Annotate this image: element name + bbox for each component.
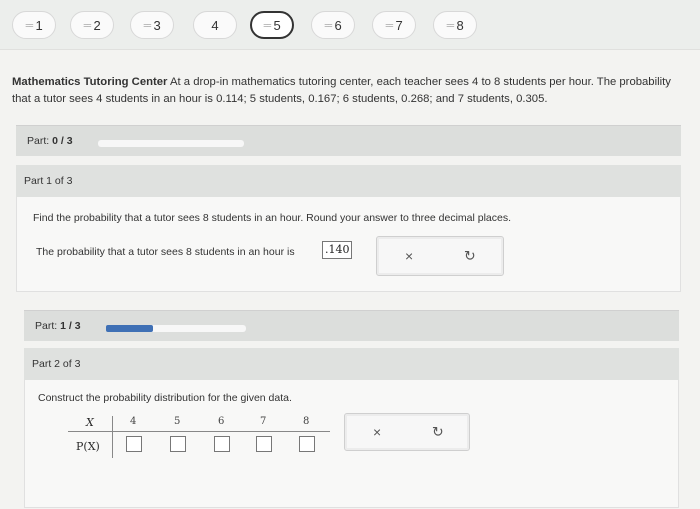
retry-icon[interactable]: ↻ [432,424,444,441]
part1-question: Find the probability that a tutor sees 8… [33,212,512,224]
x-value-8: 8 [303,416,310,427]
px-header: P(X) [76,440,100,453]
part-progress-value: 1 / 3 [60,320,81,332]
part2-action-box: × ↻ [344,413,470,451]
table-divider-horizontal [68,431,330,432]
dash-icon: == [324,20,332,30]
problem-title: Mathematics Tutoring Center [12,76,168,88]
dash-icon: == [446,20,454,30]
part1-header: Part 1 of 3 [16,165,681,197]
px-input-8[interactable] [299,436,315,452]
question-1-button[interactable]: == 1 [12,11,56,39]
part-progress-track [106,325,246,332]
question-6-button[interactable]: == 6 [311,11,355,39]
x-value-6: 6 [218,416,225,427]
px-input-5[interactable] [170,436,186,452]
question-3-button[interactable]: == 3 [130,11,174,39]
part2-question: Construct the probability distribution f… [38,392,292,404]
question-5-button[interactable]: == 5 [250,11,294,39]
px-input-4[interactable] [126,436,142,452]
dash-icon: == [385,20,393,30]
part1-answer-prefix: The probability that a tutor sees 8 stud… [36,246,295,258]
x-value-4: 4 [130,416,137,427]
question-8-button[interactable]: == 8 [433,11,477,39]
overall-progress-bar: Part: 0 / 3 [16,125,681,156]
dash-icon: == [83,20,91,30]
dash-icon: == [263,20,271,30]
part1-answer-input[interactable]: .140 [322,241,352,259]
dash-icon: == [25,20,33,30]
overall-progress-value: 0 / 3 [52,135,73,147]
clear-table-button[interactable]: × [373,424,381,440]
part-progress-bar: Part: 1 / 3 [24,310,679,341]
part-progress-fill [106,325,153,332]
part2-header: Part 2 of 3 [24,348,679,380]
x-header: X [86,416,94,429]
question-7-button[interactable]: == 7 [372,11,416,39]
clear-answer-button[interactable]: × [405,248,413,264]
part1-action-box: × ↻ [376,236,504,276]
problem-statement: Mathematics Tutoring Center At a drop-in… [12,74,692,108]
question-4-button[interactable]: 4 [193,11,237,39]
dash-icon: == [143,20,151,30]
px-input-7[interactable] [256,436,272,452]
x-value-5: 5 [174,416,181,427]
px-input-6[interactable] [214,436,230,452]
x-value-7: 7 [260,416,267,427]
table-divider-vertical [112,416,113,458]
question-nav: == 1 == 2 == 3 4 == 5 == 6 == 7 == 8 [0,0,700,50]
retry-icon[interactable]: ↻ [464,248,476,265]
overall-progress-track [98,140,244,147]
question-2-button[interactable]: == 2 [70,11,114,39]
